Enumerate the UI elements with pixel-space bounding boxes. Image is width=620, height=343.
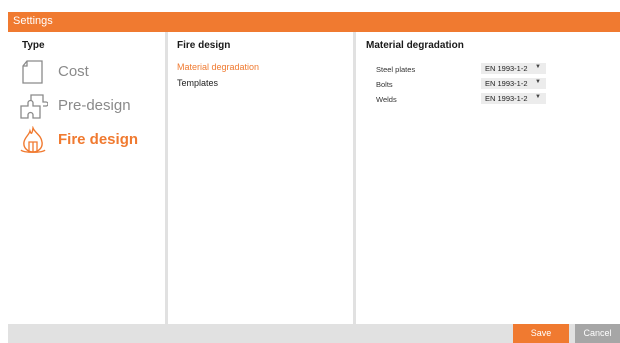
detail-panel-header: Material degradation: [366, 40, 464, 51]
nav-item-templates[interactable]: Templates: [177, 78, 218, 88]
type-item-label: Cost: [58, 63, 89, 80]
row-label-welds: Welds: [376, 95, 397, 104]
window-title: Settings: [13, 15, 53, 27]
puzzle-icon: [20, 94, 48, 119]
type-panel-header: Type: [22, 40, 45, 51]
type-panel: Type Cost Pre-design Fire design: [8, 32, 165, 324]
document-icon: [22, 60, 43, 84]
fire-icon: [20, 126, 46, 153]
type-item-label: Pre-design: [58, 97, 131, 114]
welds-dropdown[interactable]: EN 1993-1-2 ▼: [481, 93, 546, 104]
type-item-pre-design[interactable]: Pre-design: [18, 90, 158, 122]
type-item-fire-design[interactable]: Fire design: [18, 124, 158, 156]
cancel-button[interactable]: Cancel: [575, 324, 620, 343]
bolts-dropdown[interactable]: EN 1993-1-2 ▼: [481, 78, 546, 89]
caret-down-icon: ▼: [535, 79, 541, 85]
nav-panel: Fire design Material degradation Templat…: [168, 32, 353, 324]
row-label-steel-plates: Steel plates: [376, 65, 416, 74]
row-label-bolts: Bolts: [376, 80, 393, 89]
title-bar: Settings: [8, 12, 620, 32]
dropdown-value: EN 1993-1-2: [485, 94, 528, 103]
nav-item-material-degradation[interactable]: Material degradation: [177, 62, 259, 72]
caret-down-icon: ▼: [535, 64, 541, 70]
dropdown-value: EN 1993-1-2: [485, 64, 528, 73]
type-item-label: Fire design: [58, 131, 139, 148]
nav-panel-header: Fire design: [177, 40, 231, 51]
dropdown-value: EN 1993-1-2: [485, 79, 528, 88]
caret-down-icon: ▼: [535, 94, 541, 100]
top-strip: [0, 0, 620, 12]
steel-plates-dropdown[interactable]: EN 1993-1-2 ▼: [481, 63, 546, 74]
save-button[interactable]: Save: [513, 324, 569, 343]
detail-panel: Material degradation Steel plates EN 199…: [356, 32, 620, 324]
settings-body: Type Cost Pre-design Fire design Fire de…: [8, 32, 620, 324]
type-item-cost[interactable]: Cost: [18, 56, 158, 88]
